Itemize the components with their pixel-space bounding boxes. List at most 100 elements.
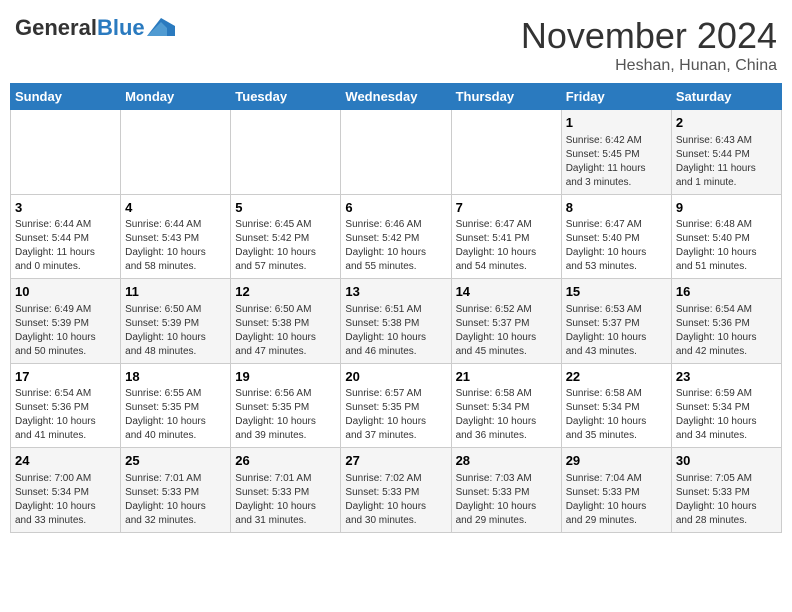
- day-info: Sunrise: 6:42 AM Sunset: 5:45 PM Dayligh…: [566, 134, 667, 190]
- day-info: Sunrise: 7:04 AM Sunset: 5:33 PM Dayligh…: [566, 472, 667, 528]
- calendar-cell: 19Sunrise: 6:56 AM Sunset: 5:35 PM Dayli…: [231, 363, 341, 448]
- day-info: Sunrise: 6:51 AM Sunset: 5:38 PM Dayligh…: [345, 303, 446, 359]
- day-info: Sunrise: 6:54 AM Sunset: 5:36 PM Dayligh…: [15, 387, 116, 443]
- day-info: Sunrise: 6:57 AM Sunset: 5:35 PM Dayligh…: [345, 387, 446, 443]
- weekday-header-tuesday: Tuesday: [231, 84, 341, 110]
- day-number: 16: [676, 283, 777, 301]
- calendar-cell: 15Sunrise: 6:53 AM Sunset: 5:37 PM Dayli…: [561, 279, 671, 364]
- logo-icon: [147, 18, 175, 36]
- calendar-cell: 2 Sunrise: 6:43 AM Sunset: 5:44 PM Daylig…: [671, 110, 781, 195]
- day-number: 30: [676, 452, 777, 470]
- day-number: 5: [235, 199, 336, 217]
- weekday-header-thursday: Thursday: [451, 84, 561, 110]
- calendar-cell: 25 Sunrise: 7:01 AM Sunset: 5:33 PM Dayli…: [121, 448, 231, 533]
- calendar-cell: 3Sunrise: 6:44 AM Sunset: 5:44 PM Daylig…: [11, 194, 121, 279]
- logo-blue: Blue: [97, 15, 145, 41]
- weekday-header-saturday: Saturday: [671, 84, 781, 110]
- day-number: 28: [456, 452, 557, 470]
- day-number: 21: [456, 368, 557, 386]
- calendar-table: SundayMondayTuesdayWednesdayThursdayFrid…: [10, 83, 782, 533]
- calendar-cell: [231, 110, 341, 195]
- calendar-cell: 28 Sunrise: 7:03 AM Sunset: 5:33 PM Dayli…: [451, 448, 561, 533]
- day-info: Sunrise: 7:01 AM Sunset: 5:33 PM Dayligh…: [125, 472, 226, 528]
- week-row-1: 1Sunrise: 6:42 AM Sunset: 5:45 PM Daylig…: [11, 110, 782, 195]
- day-info: Sunrise: 6:59 AM Sunset: 5:34 PM Dayligh…: [676, 387, 777, 443]
- weekday-header-monday: Monday: [121, 84, 231, 110]
- calendar-cell: 12 Sunrise: 6:50 AM Sunset: 5:38 PM Dayli…: [231, 279, 341, 364]
- day-info: Sunrise: 6:45 AM Sunset: 5:42 PM Dayligh…: [235, 218, 336, 274]
- day-number: 7: [456, 199, 557, 217]
- calendar-cell: 11 Sunrise: 6:50 AM Sunset: 5:39 PM Dayli…: [121, 279, 231, 364]
- calendar-cell: 7Sunrise: 6:47 AM Sunset: 5:41 PM Daylig…: [451, 194, 561, 279]
- day-info: Sunrise: 7:01 AM Sunset: 5:33 PM Dayligh…: [235, 472, 336, 528]
- day-info: Sunrise: 6:47 AM Sunset: 5:41 PM Dayligh…: [456, 218, 557, 274]
- day-number: 18: [125, 368, 226, 386]
- calendar-cell: [451, 110, 561, 195]
- calendar-cell: 16Sunrise: 6:54 AM Sunset: 5:36 PM Dayli…: [671, 279, 781, 364]
- day-number: 13: [345, 283, 446, 301]
- day-info: Sunrise: 6:50 AM Sunset: 5:39 PM Dayligh…: [125, 303, 226, 359]
- calendar-cell: 8Sunrise: 6:47 AM Sunset: 5:40 PM Daylig…: [561, 194, 671, 279]
- calendar-cell: 30 Sunrise: 7:05 AM Sunset: 5:33 PM Dayli…: [671, 448, 781, 533]
- day-number: 9: [676, 199, 777, 217]
- day-number: 25: [125, 452, 226, 470]
- calendar-cell: 17Sunrise: 6:54 AM Sunset: 5:36 PM Dayli…: [11, 363, 121, 448]
- day-number: 27: [345, 452, 446, 470]
- weekday-header-row: SundayMondayTuesdayWednesdayThursdayFrid…: [11, 84, 782, 110]
- day-info: Sunrise: 6:55 AM Sunset: 5:35 PM Dayligh…: [125, 387, 226, 443]
- day-info: Sunrise: 6:43 AM Sunset: 5:44 PM Dayligh…: [676, 134, 777, 190]
- calendar-cell: 6Sunrise: 6:46 AM Sunset: 5:42 PM Daylig…: [341, 194, 451, 279]
- day-number: 11: [125, 283, 226, 301]
- location-title: Heshan, Hunan, China: [521, 57, 777, 75]
- day-number: 12: [235, 283, 336, 301]
- day-number: 23: [676, 368, 777, 386]
- day-number: 24: [15, 452, 116, 470]
- day-info: Sunrise: 7:05 AM Sunset: 5:33 PM Dayligh…: [676, 472, 777, 528]
- week-row-3: 10Sunrise: 6:49 AM Sunset: 5:39 PM Dayli…: [11, 279, 782, 364]
- calendar-cell: 1Sunrise: 6:42 AM Sunset: 5:45 PM Daylig…: [561, 110, 671, 195]
- day-info: Sunrise: 6:50 AM Sunset: 5:38 PM Dayligh…: [235, 303, 336, 359]
- month-title: November 2024: [521, 15, 777, 57]
- day-info: Sunrise: 6:58 AM Sunset: 5:34 PM Dayligh…: [456, 387, 557, 443]
- week-row-2: 3Sunrise: 6:44 AM Sunset: 5:44 PM Daylig…: [11, 194, 782, 279]
- title-section: November 2024 Heshan, Hunan, China: [521, 15, 777, 75]
- calendar-cell: 27 Sunrise: 7:02 AM Sunset: 5:33 PM Dayli…: [341, 448, 451, 533]
- day-number: 6: [345, 199, 446, 217]
- day-info: Sunrise: 7:03 AM Sunset: 5:33 PM Dayligh…: [456, 472, 557, 528]
- week-row-4: 17Sunrise: 6:54 AM Sunset: 5:36 PM Dayli…: [11, 363, 782, 448]
- day-info: Sunrise: 6:46 AM Sunset: 5:42 PM Dayligh…: [345, 218, 446, 274]
- logo-general: General: [15, 15, 97, 41]
- weekday-header-wednesday: Wednesday: [341, 84, 451, 110]
- weekday-header-sunday: Sunday: [11, 84, 121, 110]
- day-info: Sunrise: 6:56 AM Sunset: 5:35 PM Dayligh…: [235, 387, 336, 443]
- day-info: Sunrise: 6:44 AM Sunset: 5:43 PM Dayligh…: [125, 218, 226, 274]
- logo: General Blue: [15, 15, 175, 41]
- day-number: 29: [566, 452, 667, 470]
- day-info: Sunrise: 7:02 AM Sunset: 5:33 PM Dayligh…: [345, 472, 446, 528]
- day-number: 19: [235, 368, 336, 386]
- calendar-cell: 24Sunrise: 7:00 AM Sunset: 5:34 PM Dayli…: [11, 448, 121, 533]
- day-info: Sunrise: 6:52 AM Sunset: 5:37 PM Dayligh…: [456, 303, 557, 359]
- day-number: 3: [15, 199, 116, 217]
- calendar-cell: [121, 110, 231, 195]
- day-number: 17: [15, 368, 116, 386]
- day-number: 8: [566, 199, 667, 217]
- calendar-cell: 9Sunrise: 6:48 AM Sunset: 5:40 PM Daylig…: [671, 194, 781, 279]
- calendar-cell: 18Sunrise: 6:55 AM Sunset: 5:35 PM Dayli…: [121, 363, 231, 448]
- day-number: 26: [235, 452, 336, 470]
- calendar-cell: 26 Sunrise: 7:01 AM Sunset: 5:33 PM Dayli…: [231, 448, 341, 533]
- weekday-header-friday: Friday: [561, 84, 671, 110]
- day-number: 2: [676, 114, 777, 132]
- day-number: 10: [15, 283, 116, 301]
- day-number: 4: [125, 199, 226, 217]
- calendar-cell: 22Sunrise: 6:58 AM Sunset: 5:34 PM Dayli…: [561, 363, 671, 448]
- calendar-cell: 29 Sunrise: 7:04 AM Sunset: 5:33 PM Dayli…: [561, 448, 671, 533]
- day-info: Sunrise: 6:53 AM Sunset: 5:37 PM Dayligh…: [566, 303, 667, 359]
- calendar-cell: 10Sunrise: 6:49 AM Sunset: 5:39 PM Dayli…: [11, 279, 121, 364]
- calendar-cell: 21Sunrise: 6:58 AM Sunset: 5:34 PM Dayli…: [451, 363, 561, 448]
- day-number: 20: [345, 368, 446, 386]
- day-info: Sunrise: 6:47 AM Sunset: 5:40 PM Dayligh…: [566, 218, 667, 274]
- day-info: Sunrise: 6:44 AM Sunset: 5:44 PM Dayligh…: [15, 218, 116, 274]
- calendar-cell: 13 Sunrise: 6:51 AM Sunset: 5:38 PM Dayli…: [341, 279, 451, 364]
- page-header: General Blue November 2024 Heshan, Hunan…: [10, 10, 782, 75]
